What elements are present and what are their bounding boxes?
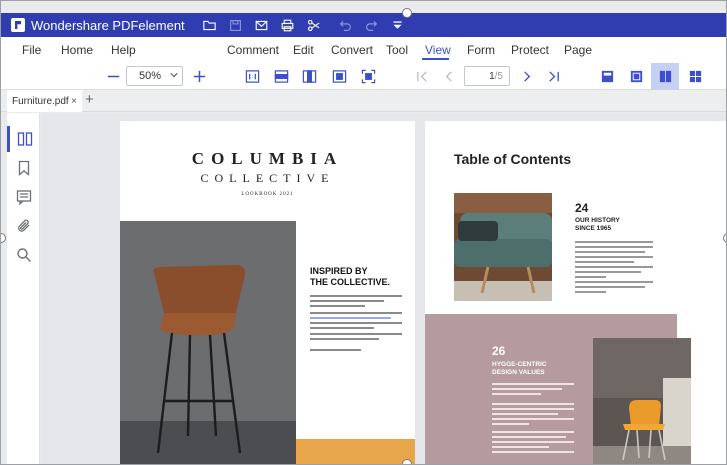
fit-height-icon[interactable] [298, 65, 320, 87]
actual-size-icon[interactable] [241, 65, 263, 87]
attachment-icon[interactable] [7, 213, 40, 239]
our-history-line2: SINCE 1965 [575, 225, 612, 232]
hygge-text-block [492, 383, 574, 398]
previous-page-icon[interactable] [438, 65, 460, 87]
zoom-in-icon[interactable] [188, 65, 210, 87]
full-screen-icon[interactable] [357, 65, 379, 87]
section-number-24: 24 [575, 201, 589, 215]
hygge-heading-line1: HYGGE-CENTRIC [492, 361, 547, 368]
undo-icon[interactable] [335, 13, 357, 37]
section-number-26: 26 [492, 344, 506, 358]
resize-handle-bottom[interactable] [402, 459, 412, 464]
pdfelement-window: Wondershare PDFelement File Home Help Co… [0, 0, 727, 465]
left-side-panel [7, 113, 40, 464]
our-history-line1: OUR HISTORY [575, 217, 620, 224]
leather-chair-photo [120, 221, 296, 464]
thumbnails-icon[interactable] [7, 126, 40, 152]
print-icon[interactable] [277, 13, 299, 37]
page-number-input[interactable]: 1 /5 [464, 66, 510, 86]
history-text-block [575, 241, 653, 281]
document-viewport[interactable]: COLUMBIA COLLECTIVE LOOKBOOK 2021 INSPIR… [41, 113, 726, 464]
next-page-icon[interactable] [515, 65, 537, 87]
brand-title: COLUMBIA [191, 149, 344, 168]
body-text-block [310, 312, 402, 332]
pdf-page-2: Table of Contents 24 OUR HISTORY SINCE 1… [425, 121, 726, 464]
last-page-icon[interactable] [542, 65, 564, 87]
zoom-out-icon[interactable] [102, 65, 124, 87]
view-toolbar: 50% 1 /5 [1, 63, 726, 90]
scissors-icon[interactable] [303, 13, 325, 37]
hygge-text-block [492, 431, 574, 456]
menu-comment[interactable]: Comment [227, 43, 279, 57]
save-icon[interactable] [225, 13, 247, 37]
body-text-block [310, 333, 402, 343]
inspired-heading-line1: INSPIRED BY [310, 266, 368, 276]
body-text-block [310, 295, 402, 310]
orange-accent-bar [296, 439, 415, 464]
title-bar: Wondershare PDFelement [1, 13, 726, 37]
zoom-select[interactable]: 50% [126, 66, 183, 86]
resize-handle-top[interactable] [402, 8, 412, 18]
chevron-down-icon [170, 70, 178, 82]
search-icon[interactable] [7, 242, 40, 268]
orange-chair-photo [593, 338, 691, 464]
app-logo-icon [11, 18, 25, 32]
hygge-heading: HYGGE-CENTRIC DESIGN VALUES [492, 361, 547, 377]
menu-protect[interactable]: Protect [511, 43, 549, 57]
document-tab-label: Furniture.pdf [12, 95, 69, 107]
resize-handle-left[interactable] [1, 233, 6, 243]
folder-icon[interactable] [199, 13, 221, 37]
total-pages: /5 [494, 70, 503, 82]
menu-page[interactable]: Page [564, 43, 592, 57]
menu-bar: File Home Help Comment Edit Convert Tool… [1, 37, 726, 63]
table-of-contents-title: Table of Contents [454, 151, 572, 167]
single-page-view-icon[interactable] [596, 65, 618, 87]
first-page-icon[interactable] [411, 65, 433, 87]
fit-page-icon[interactable] [328, 65, 350, 87]
brand-subtitle: COLLECTIVE [200, 171, 335, 185]
our-history-heading: OUR HISTORY SINCE 1965 [575, 217, 620, 233]
menu-tool[interactable]: Tool [386, 43, 408, 57]
menu-edit[interactable]: Edit [293, 43, 314, 57]
lookbook-label: LOOKBOOK 2021 [241, 192, 294, 197]
menu-home[interactable]: Home [61, 43, 93, 57]
inspired-heading: INSPIRED BY THE COLLECTIVE. [310, 266, 390, 288]
resize-handle-right[interactable] [723, 233, 726, 243]
hygge-text-block [492, 403, 574, 428]
two-page-view-icon[interactable] [651, 63, 679, 90]
menu-form[interactable]: Form [467, 43, 495, 57]
document-tab[interactable]: Furniture.pdf × [7, 90, 82, 112]
comment-icon[interactable] [7, 184, 40, 210]
menu-view[interactable]: View [425, 43, 451, 57]
inspired-heading-line2: THE COLLECTIVE. [310, 277, 391, 287]
menu-help[interactable]: Help [111, 43, 136, 57]
zoom-value: 50% [139, 70, 162, 82]
fit-width-icon[interactable] [270, 65, 292, 87]
body-text-block [310, 349, 402, 354]
sofa-photo [454, 193, 552, 301]
menu-file[interactable]: File [22, 43, 41, 57]
redo-icon[interactable] [361, 13, 383, 37]
app-title: Wondershare PDFelement [31, 17, 185, 33]
document-tab-bar: Furniture.pdf × + [1, 90, 726, 112]
hygge-heading-line2: DESIGN VALUES [492, 369, 545, 376]
close-tab-icon[interactable]: × [71, 96, 77, 107]
history-text-block [575, 281, 653, 296]
mail-icon[interactable] [251, 13, 273, 37]
active-menu-indicator [422, 58, 449, 60]
two-page-scrolling-icon[interactable] [684, 65, 706, 87]
bookmark-icon[interactable] [7, 155, 40, 181]
menu-convert[interactable]: Convert [331, 43, 373, 57]
add-tab-icon[interactable]: + [85, 91, 94, 108]
pdf-page-1: COLUMBIA COLLECTIVE LOOKBOOK 2021 INSPIR… [120, 121, 415, 464]
scrolling-view-icon[interactable] [625, 65, 647, 87]
